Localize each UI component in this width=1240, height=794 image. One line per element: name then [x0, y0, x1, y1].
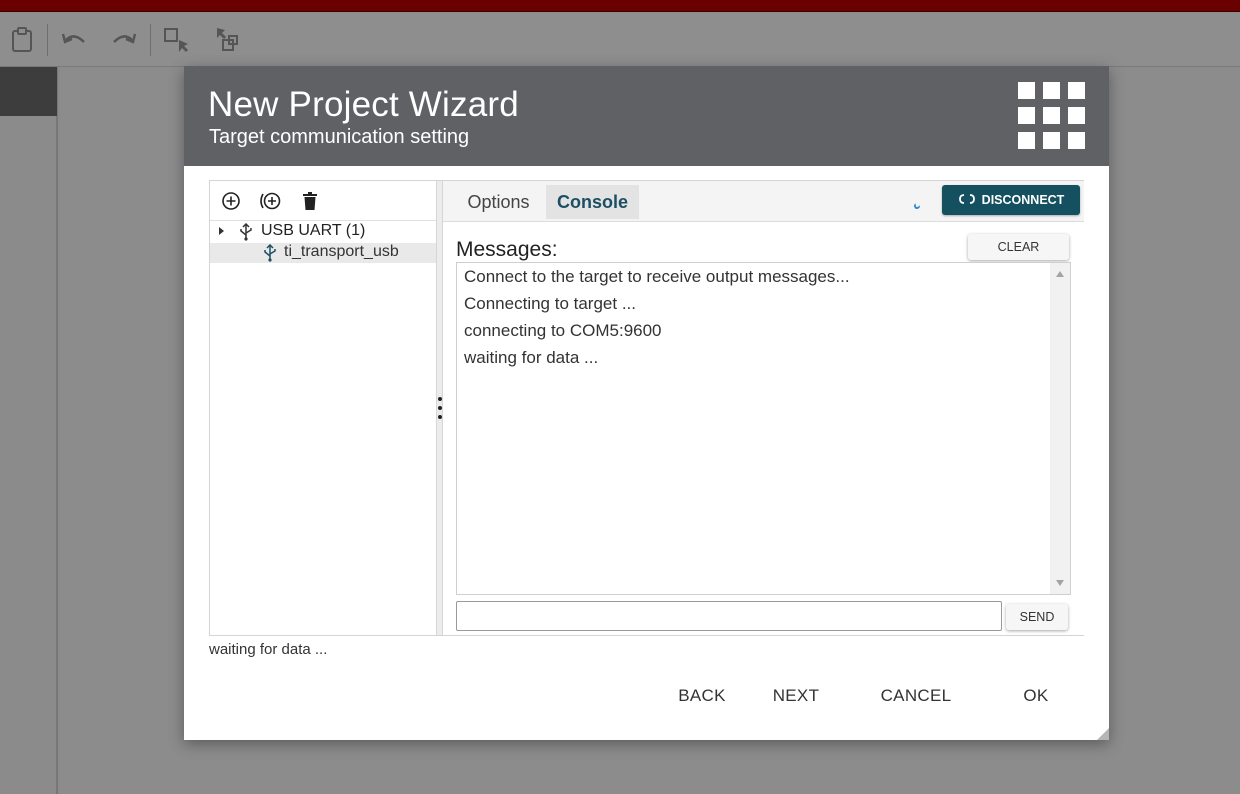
- console-panel: Options Console DISCONNECT Messages: CLE…: [443, 181, 1084, 635]
- messages-scrollbar[interactable]: [1050, 263, 1070, 594]
- app-left-panel: [0, 67, 58, 794]
- send-input[interactable]: [456, 601, 1002, 631]
- clear-button[interactable]: CLEAR: [968, 234, 1069, 260]
- dialog-content: USB UART (1) ti_transport_usb Options Co…: [209, 180, 1084, 636]
- disconnect-button[interactable]: DISCONNECT: [942, 185, 1080, 215]
- tree-item-ti-transport-usb[interactable]: ti_transport_usb: [210, 243, 436, 263]
- send-button[interactable]: SEND: [1006, 604, 1068, 630]
- next-button[interactable]: NEXT: [766, 684, 826, 708]
- clipboard-icon[interactable]: [8, 26, 36, 54]
- drag-handle-icon[interactable]: [438, 397, 442, 419]
- wizard-grid-icon: [1018, 82, 1086, 150]
- disconnect-icon: [958, 193, 976, 208]
- new-project-wizard-dialog: New Project Wizard Target communication …: [184, 66, 1109, 740]
- scroll-up-icon[interactable]: [1056, 271, 1064, 277]
- expand-caret-icon[interactable]: [219, 227, 224, 235]
- app-left-panel-header: [0, 67, 57, 116]
- tab-options[interactable]: Options: [451, 185, 546, 219]
- select-tool-icon[interactable]: [163, 26, 191, 54]
- dialog-header: New Project Wizard Target communication …: [184, 66, 1109, 166]
- toolbar-divider: [150, 24, 151, 56]
- cancel-button[interactable]: CANCEL: [874, 684, 958, 708]
- status-text: waiting for data ...: [209, 641, 328, 658]
- tree-item-usb-uart[interactable]: USB UART (1): [210, 222, 436, 242]
- message-line: connecting to COM5:9600: [464, 321, 662, 340]
- panel-splitter[interactable]: [436, 181, 443, 635]
- scroll-down-icon[interactable]: [1056, 580, 1064, 586]
- add-connection-icon[interactable]: [258, 189, 282, 213]
- tab-bar: Options Console DISCONNECT: [443, 181, 1084, 222]
- messages-box[interactable]: Connect to the target to receive output …: [456, 262, 1071, 595]
- toolbar-divider: [47, 24, 48, 56]
- messages-label: Messages:: [456, 238, 558, 261]
- loading-spinner-icon: [913, 202, 921, 210]
- app-top-bar: [0, 0, 1240, 12]
- resize-grip-icon[interactable]: [1093, 724, 1109, 740]
- usb-icon: [262, 243, 278, 267]
- message-line: Connect to the target to receive output …: [464, 267, 850, 286]
- move-tool-icon[interactable]: [213, 26, 241, 54]
- disconnect-label: DISCONNECT: [981, 193, 1065, 207]
- tree-toolbar: [210, 181, 436, 221]
- tree-item-label: USB UART (1): [261, 222, 366, 239]
- back-button[interactable]: BACK: [672, 684, 732, 708]
- dialog-title: New Project Wizard: [208, 85, 519, 124]
- message-line: Connecting to target ...: [464, 294, 636, 313]
- tab-console[interactable]: Console: [546, 185, 639, 219]
- message-line: waiting for data ...: [464, 348, 599, 367]
- ok-button[interactable]: OK: [1014, 684, 1058, 708]
- add-circle-icon[interactable]: [219, 189, 243, 213]
- app-toolbar: [0, 12, 1240, 67]
- delete-icon[interactable]: [298, 189, 322, 213]
- undo-icon[interactable]: [60, 26, 88, 54]
- tree-item-label: ti_transport_usb: [284, 243, 399, 260]
- dialog-subtitle: Target communication setting: [209, 126, 470, 148]
- transport-tree-panel: USB UART (1) ti_transport_usb: [210, 181, 436, 635]
- redo-icon[interactable]: [110, 26, 138, 54]
